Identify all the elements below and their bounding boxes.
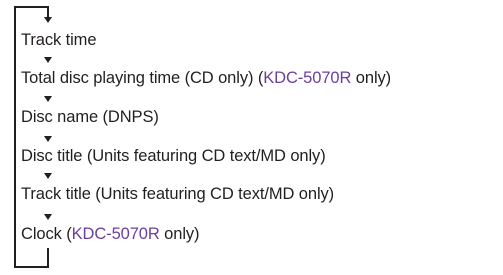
cycle-item-track-title: Track title (Units featuring CD text/MD … bbox=[21, 184, 334, 204]
item-text: only) bbox=[159, 225, 200, 243]
item-text: Track title (Units featuring CD text/MD … bbox=[21, 185, 335, 203]
model-name-highlight: KDC-5070R bbox=[263, 69, 352, 87]
down-arrow-icon bbox=[43, 96, 52, 102]
loop-line-tail bbox=[47, 248, 49, 268]
loop-line-bottom bbox=[14, 266, 48, 268]
cycle-item-disc-title: Disc title (Units featuring CD text/MD o… bbox=[21, 146, 326, 166]
down-arrow-icon bbox=[43, 57, 52, 63]
item-text: Track time bbox=[21, 31, 97, 49]
item-text: Clock ( bbox=[21, 225, 72, 243]
cycle-item-clock: Clock (KDC-5070R only) bbox=[21, 224, 200, 244]
item-text: Total disc playing time (CD only) ( bbox=[21, 69, 264, 87]
item-text: only) bbox=[351, 69, 392, 87]
loop-line-top bbox=[14, 6, 48, 8]
model-name-highlight: KDC-5070R bbox=[71, 225, 160, 243]
down-arrow-icon bbox=[43, 173, 52, 179]
down-arrow-icon bbox=[43, 136, 52, 142]
cycle-item-disc-name: Disc name (DNPS) bbox=[21, 107, 159, 127]
down-arrow-icon bbox=[43, 17, 52, 23]
item-text: Disc title (Units featuring CD text/MD o… bbox=[21, 147, 326, 165]
cycle-item-track-time: Track time bbox=[21, 30, 97, 50]
down-arrow-icon bbox=[43, 214, 52, 220]
item-text: Disc name (DNPS) bbox=[21, 108, 159, 126]
cycle-item-total-disc-time: Total disc playing time (CD only) (KDC-5… bbox=[21, 68, 391, 88]
display-cycle-diagram: Track time Total disc playing time (CD o… bbox=[0, 0, 503, 275]
loop-line-left bbox=[14, 6, 16, 267]
